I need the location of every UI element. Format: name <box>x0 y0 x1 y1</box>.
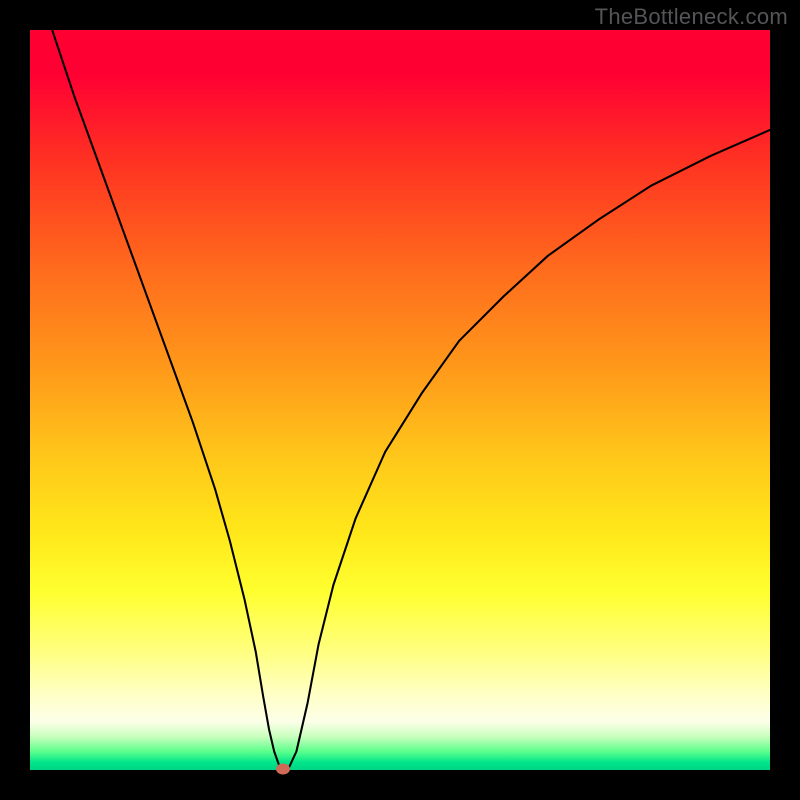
chart-stage: TheBottleneck.com <box>0 0 800 800</box>
curve-svg <box>30 30 770 770</box>
minimum-marker <box>276 763 290 774</box>
bottleneck-curve <box>52 30 770 769</box>
watermark-text: TheBottleneck.com <box>595 4 788 30</box>
plot-area <box>30 30 770 770</box>
